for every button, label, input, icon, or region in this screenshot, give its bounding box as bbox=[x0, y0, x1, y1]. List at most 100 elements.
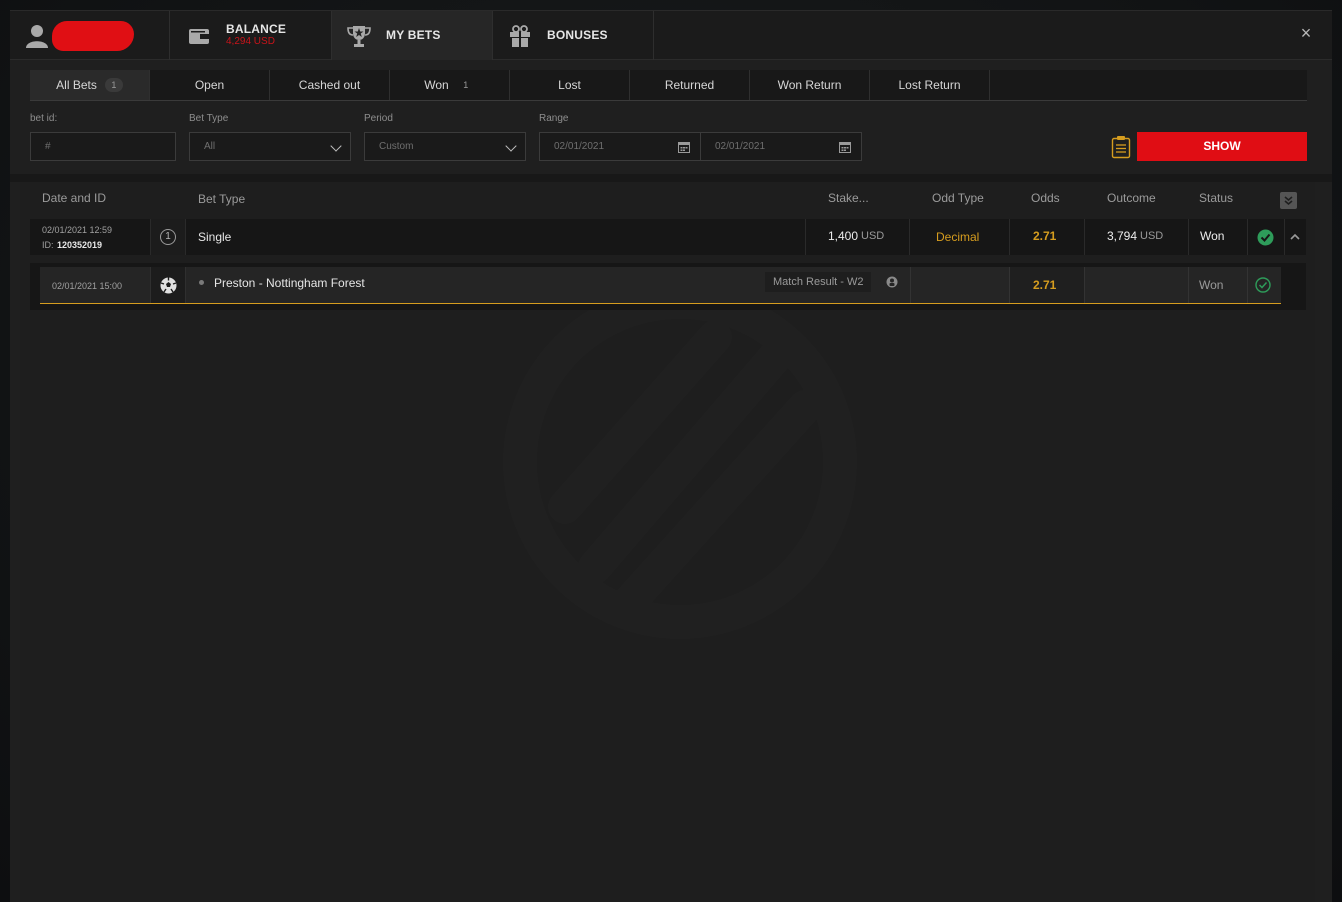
balance-label: BALANCE bbox=[226, 22, 287, 36]
balance-value: 4,294 USD bbox=[226, 36, 275, 47]
period-value: Custom bbox=[379, 141, 414, 152]
col-bet-type: Bet Type bbox=[198, 192, 246, 206]
filter-tab-label: Won bbox=[424, 78, 449, 92]
stake-cell: 1,400 USD bbox=[805, 219, 910, 255]
selection-row: 02/01/2021 15:00 Preston - Nottingham Fo… bbox=[40, 267, 1281, 304]
bet-datetime: 02/01/2021 12:59 bbox=[42, 225, 113, 235]
won-check-icon bbox=[1257, 229, 1274, 246]
filter-tab-label: Open bbox=[194, 78, 225, 92]
clipboard-icon[interactable] bbox=[1111, 135, 1131, 159]
odds-cell: 2.71 bbox=[1009, 219, 1085, 255]
filter-tab-lost-return[interactable]: Lost Return bbox=[870, 70, 990, 100]
bet-id-prefix: ID: bbox=[42, 240, 54, 250]
filter-tab-cashed-out[interactable]: Cashed out bbox=[270, 70, 390, 100]
trophy-icon bbox=[347, 26, 371, 47]
selection-datetime: 02/01/2021 15:00 bbox=[52, 281, 123, 291]
gift-icon bbox=[510, 25, 530, 47]
bet-id: 120352019 bbox=[57, 240, 103, 250]
calendar-icon bbox=[839, 142, 851, 153]
outcome-amount: 3,794 bbox=[1107, 229, 1138, 243]
filter-tab-won-return[interactable]: Won Return bbox=[750, 70, 870, 100]
period-label: Period bbox=[364, 113, 393, 124]
filter-tab-label: Lost bbox=[558, 78, 581, 92]
bet-type-value: All bbox=[204, 141, 216, 152]
filter-tab-label: All Bets bbox=[56, 78, 97, 92]
section-divider bbox=[10, 174, 1332, 182]
filter-tab-label: Lost Return bbox=[898, 78, 961, 92]
range-from-input[interactable]: 02/01/2021 bbox=[539, 132, 701, 161]
filter-tab-all-bets[interactable]: All Bets 1 bbox=[30, 70, 150, 100]
col-odds: Odds bbox=[1031, 191, 1060, 205]
filter-tab-label: Won Return bbox=[777, 78, 842, 92]
show-button[interactable]: SHOW bbox=[1137, 132, 1307, 161]
wallet-icon bbox=[189, 29, 209, 44]
sport-icon-cell bbox=[150, 267, 186, 303]
range-from-value: 02/01/2021 bbox=[554, 141, 605, 152]
range-label: Range bbox=[539, 113, 569, 124]
filter-tab-won[interactable]: Won 1 bbox=[390, 70, 510, 100]
filter-tab-label: Cashed out bbox=[298, 78, 361, 92]
selection-odds-cell: 2.71 bbox=[1009, 267, 1085, 303]
my-bets-modal: BALANCE 4,294 USD MY BETS BONUSES × All … bbox=[10, 10, 1332, 902]
chevron-up-icon bbox=[1290, 233, 1300, 240]
period-select[interactable]: Custom bbox=[364, 132, 526, 161]
selection-count: 1 bbox=[160, 229, 176, 245]
bet-id-input[interactable]: # bbox=[30, 132, 176, 161]
selection-row-container: 02/01/2021 15:00 Preston - Nottingham Fo… bbox=[30, 263, 1306, 310]
col-odd-type: Odd Type bbox=[932, 191, 984, 205]
expand-all-toggle[interactable] bbox=[1280, 192, 1297, 209]
chevron-down-icon bbox=[505, 140, 517, 152]
my-bets-label: MY BETS bbox=[386, 28, 441, 42]
collapse-row-button[interactable] bbox=[1284, 219, 1306, 255]
outcome-currency: USD bbox=[1140, 230, 1164, 242]
bet-type-label: Bet Type bbox=[189, 113, 229, 124]
live-dot-icon bbox=[199, 280, 204, 285]
redacted-username bbox=[52, 21, 134, 51]
col-stake: Stake... bbox=[828, 191, 869, 205]
filter-tab-open[interactable]: Open bbox=[150, 70, 270, 100]
stake-currency: USD bbox=[861, 230, 885, 242]
selection-odd-type-cell bbox=[910, 267, 1010, 303]
col-date-id: Date and ID bbox=[42, 191, 107, 205]
col-status: Status bbox=[1199, 191, 1234, 205]
modal-header: BALANCE 4,294 USD MY BETS BONUSES × bbox=[10, 11, 1332, 60]
status-cell: Won bbox=[1188, 219, 1248, 255]
status-value: Won bbox=[1200, 229, 1225, 243]
range-to-value: 02/01/2021 bbox=[715, 141, 766, 152]
bet-type-select[interactable]: All bbox=[189, 132, 351, 161]
count-badge: 1 bbox=[104, 77, 123, 92]
selection-status-value: Won bbox=[1199, 278, 1224, 292]
filter-tab-returned[interactable]: Returned bbox=[630, 70, 750, 100]
calendar-icon bbox=[678, 142, 690, 153]
tab-balance[interactable]: BALANCE 4,294 USD bbox=[171, 11, 332, 60]
market-badge: Match Result - W2 bbox=[765, 272, 872, 292]
count-badge: 1 bbox=[463, 79, 469, 90]
col-outcome: Outcome bbox=[1107, 191, 1156, 205]
selection-status-cell: Won bbox=[1188, 267, 1248, 303]
bet-filter-tabs: All Bets 1 Open Cashed out Won 1 Lost Retu… bbox=[30, 70, 1307, 101]
bonuses-label: BONUSES bbox=[547, 28, 608, 42]
tab-my-bets[interactable]: MY BETS bbox=[332, 11, 493, 60]
odd-type-value: Decimal bbox=[936, 230, 980, 244]
range-to-input[interactable]: 02/01/2021 bbox=[700, 132, 862, 161]
brand-watermark-icon bbox=[503, 285, 857, 639]
odds-value: 2.71 bbox=[1033, 229, 1057, 243]
tab-bonuses[interactable]: BONUSES bbox=[493, 11, 654, 60]
bet-row[interactable]: 02/01/2021 12:59 ID: 120352019 1 Single … bbox=[30, 219, 1306, 255]
bet-id-label: bet id: bbox=[30, 113, 58, 124]
won-check-outline-icon bbox=[1255, 277, 1271, 293]
user-account[interactable] bbox=[10, 11, 170, 60]
bet-type-value: Single bbox=[198, 230, 232, 244]
selection-count-cell: 1 bbox=[150, 219, 186, 255]
close-icon[interactable]: × bbox=[1298, 24, 1314, 42]
filter-tab-label: Returned bbox=[664, 78, 715, 92]
double-chevron-down-icon bbox=[1284, 196, 1293, 206]
info-person-icon[interactable] bbox=[886, 276, 898, 288]
stake-amount: 1,400 bbox=[828, 229, 859, 243]
soccer-ball-icon bbox=[160, 277, 177, 294]
selection-odds-value: 2.71 bbox=[1033, 278, 1057, 292]
chevron-down-icon bbox=[330, 140, 342, 152]
user-icon bbox=[26, 25, 48, 48]
event-name: Preston - Nottingham Forest bbox=[214, 276, 365, 290]
filter-tab-lost[interactable]: Lost bbox=[510, 70, 630, 100]
